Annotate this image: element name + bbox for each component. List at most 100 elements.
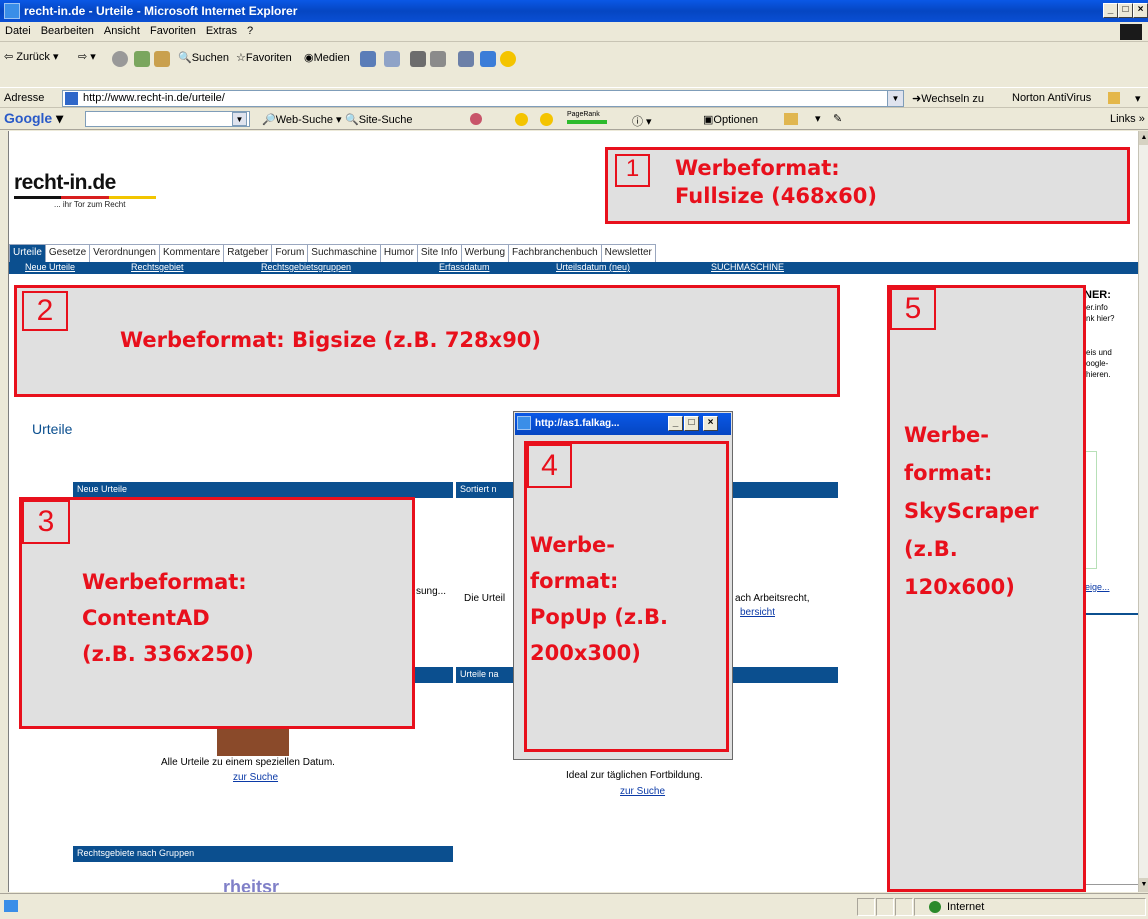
smiley-icon[interactable] xyxy=(515,113,528,126)
forward-button[interactable]: ⇨ ▾ xyxy=(78,50,96,63)
google-logo[interactable]: Google ▾ xyxy=(4,110,63,127)
link-anzeige[interactable]: eige... xyxy=(1085,582,1110,592)
subnav-suchmaschine[interactable]: SUCHMASCHINE xyxy=(711,262,784,272)
tab-fachbranchenbuch[interactable]: Fachbranchenbuch xyxy=(508,244,602,263)
minimize-button[interactable]: _ xyxy=(1103,3,1118,18)
partner-line-4: oogle- xyxy=(1086,359,1109,368)
popup-minimize-button[interactable]: _ xyxy=(668,416,683,431)
menu-datei[interactable]: Datei xyxy=(0,22,36,37)
folder-icon[interactable] xyxy=(784,113,798,125)
media-button[interactable]: ◉Medien xyxy=(304,51,350,64)
refresh-icon[interactable] xyxy=(134,51,150,67)
popup-titlebar[interactable]: http://as1.falkag... _ □ × xyxy=(515,413,731,435)
favorites-button[interactable]: ☆Favoriten xyxy=(236,51,292,64)
web-search-button[interactable]: 🔎Web-Suche ▾ xyxy=(262,113,342,126)
tab-forum[interactable]: Forum xyxy=(271,244,309,263)
address-dropdown-icon[interactable]: ▼ xyxy=(887,91,903,106)
mail-icon[interactable] xyxy=(384,51,400,67)
link-uebersicht[interactable]: bersicht xyxy=(740,607,775,618)
tab-site-info[interactable]: Site Info xyxy=(416,244,462,263)
status-cell-1 xyxy=(857,898,875,916)
tab-suchmaschine[interactable]: Suchmaschine xyxy=(307,244,381,263)
site-logo[interactable]: recht-in.de ... ihr Tor zum Recht xyxy=(14,171,156,209)
subnav-urteilsdatum[interactable]: Urteilsdatum (neu) xyxy=(556,262,630,272)
close-button[interactable]: × xyxy=(1133,3,1148,18)
subnav-neue-urteile[interactable]: Neue Urteile xyxy=(25,262,75,272)
google-search-input[interactable] xyxy=(85,111,250,127)
menu-help[interactable]: ? xyxy=(242,22,258,37)
subnav-rechtsgebietsgruppen[interactable]: Rechtsgebietsgruppen xyxy=(261,262,351,272)
popup-ie-icon xyxy=(517,416,531,430)
info-icon[interactable]: ⓘ ▾ xyxy=(632,113,652,129)
options-button[interactable]: ▣Optionen xyxy=(703,113,758,126)
logo-bar-red xyxy=(61,196,109,199)
tab-verordnungen[interactable]: Verordnungen xyxy=(89,244,160,263)
page-heading: Urteile xyxy=(32,421,73,437)
partner-line-2: nk hier? xyxy=(1086,314,1115,323)
subnav-rechtsgebiet[interactable]: Rechtsgebiet xyxy=(131,262,184,272)
norton-dropdown-icon[interactable]: ▾ xyxy=(1135,92,1141,105)
site-search-button[interactable]: 🔍Site-Suche xyxy=(345,113,413,126)
pencil-icon[interactable]: ✎ xyxy=(833,112,842,125)
section-gruppen: Rechtsgebiete nach Gruppen xyxy=(73,846,453,862)
tab-humor[interactable]: Humor xyxy=(379,244,418,263)
tab-ratgeber[interactable]: Ratgeber xyxy=(223,244,273,263)
logo-color-bar xyxy=(14,196,156,199)
scroll-down-icon[interactable]: ▼ xyxy=(1139,878,1148,892)
vertical-scrollbar[interactable]: ▲ ▼ xyxy=(1138,131,1148,892)
partner-heading: NER: xyxy=(1084,289,1111,301)
title-bar[interactable]: recht-in.de - Urteile - Microsoft Intern… xyxy=(0,0,1148,22)
media-label: Medien xyxy=(313,52,350,64)
tab-kommentare[interactable]: Kommentare xyxy=(159,244,225,263)
popup-window[interactable]: http://as1.falkag... _ □ × 4 Werbe- form… xyxy=(513,411,733,760)
go-button[interactable]: ➜Wechseln zu xyxy=(912,92,984,105)
link-zur-suche-1[interactable]: zur Suche xyxy=(233,772,278,783)
pagerank-indicator[interactable]: PageRank xyxy=(567,111,607,127)
text-fortbildung: Ideal zur täglichen Fortbildung. xyxy=(566,770,703,781)
back-label: Zurück xyxy=(16,51,50,63)
menu-bar: Datei Bearbeiten Ansicht Favoriten Extras? xyxy=(0,22,1148,42)
subnav-erfassdatum[interactable]: Erfassdatum xyxy=(439,262,490,272)
tab-newsletter[interactable]: Newsletter xyxy=(600,244,656,263)
popup-close-button[interactable]: × xyxy=(703,416,718,431)
tab-urteile[interactable]: Urteile xyxy=(9,244,46,263)
dropdown-icon[interactable]: ▾ xyxy=(815,112,821,125)
block-popup-icon[interactable] xyxy=(470,113,482,125)
partner-frame xyxy=(1085,613,1138,885)
smiley-icon[interactable] xyxy=(500,51,516,67)
address-bar: Adresse http://www.recht-in.de/urteile/ … xyxy=(0,87,1148,108)
back-button[interactable]: ⇦ Zurück ▾ xyxy=(4,50,58,63)
links-button[interactable]: Links » xyxy=(1110,113,1145,125)
text-fragment-sung: sung... xyxy=(416,586,447,597)
popup-maximize-button[interactable]: □ xyxy=(684,416,699,431)
ad-label-4: Werbe- format: PopUp (z.B. 200x300) xyxy=(530,533,669,665)
discuss-icon[interactable] xyxy=(458,51,474,67)
status-cell-2 xyxy=(876,898,894,916)
link-zur-suche-2[interactable]: zur Suche xyxy=(620,786,665,797)
window-title: recht-in.de - Urteile - Microsoft Intern… xyxy=(24,4,298,18)
menu-ansicht[interactable]: Ansicht xyxy=(99,22,145,37)
norton-button[interactable]: Norton AntiVirus xyxy=(1012,92,1091,104)
ad-number-1: 1 xyxy=(615,154,650,187)
highlight-icon[interactable] xyxy=(540,113,553,126)
messenger-icon[interactable] xyxy=(480,51,496,67)
search-button[interactable]: 🔍Suchen xyxy=(178,51,229,64)
tab-werbung[interactable]: Werbung xyxy=(460,244,510,263)
menu-extras[interactable]: Extras xyxy=(201,22,242,37)
partner-box xyxy=(1085,451,1097,569)
tab-gesetze[interactable]: Gesetze xyxy=(44,244,91,263)
stop-icon[interactable] xyxy=(112,51,128,67)
menu-favoriten[interactable]: Favoriten xyxy=(145,22,201,37)
scroll-up-icon[interactable]: ▲ xyxy=(1139,131,1148,145)
norton-icon[interactable] xyxy=(1108,92,1120,104)
address-input[interactable]: http://www.recht-in.de/urteile/ xyxy=(62,90,904,107)
page-status-icon xyxy=(4,900,18,912)
maximize-button[interactable]: □ xyxy=(1118,3,1133,18)
ad-popup: 4 Werbe- format: PopUp (z.B. 200x300) xyxy=(524,441,729,752)
edit-icon[interactable] xyxy=(430,51,446,67)
history-icon[interactable] xyxy=(360,51,376,67)
print-icon[interactable] xyxy=(410,51,426,67)
home-icon[interactable] xyxy=(154,51,170,67)
google-dropdown-icon[interactable]: ▼ xyxy=(232,112,247,126)
menu-bearbeiten[interactable]: Bearbeiten xyxy=(36,22,99,37)
